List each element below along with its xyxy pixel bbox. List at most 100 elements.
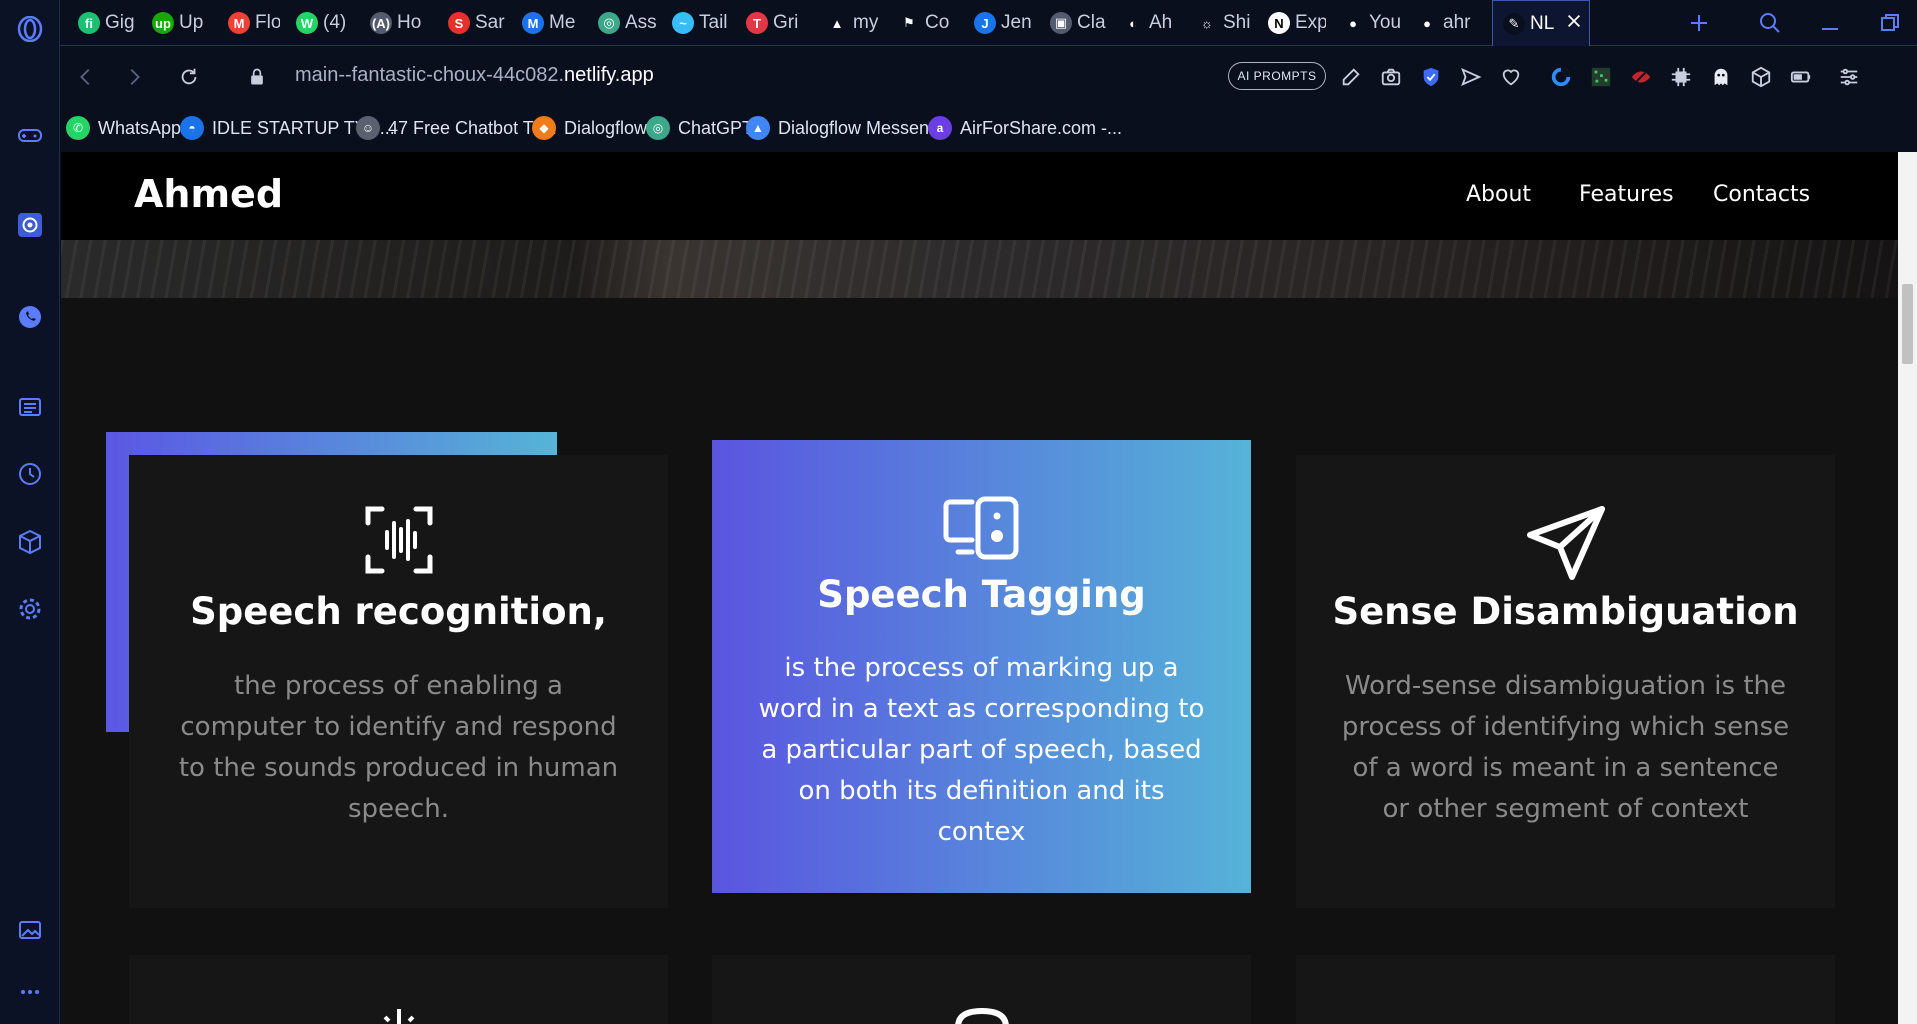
box-icon[interactable] — [1748, 64, 1774, 90]
bookmark-icon: ▲ — [746, 116, 770, 140]
tab-19[interactable]: ✎ NL — [1492, 0, 1590, 46]
camera-icon[interactable] — [1378, 64, 1404, 90]
heart-icon[interactable] — [1498, 64, 1524, 90]
hidden-eye-icon[interactable] — [1628, 64, 1654, 90]
nav-features[interactable]: Features — [1579, 182, 1674, 207]
history-icon[interactable] — [13, 457, 47, 491]
tab-10[interactable]: ▲ my — [816, 0, 882, 46]
send-arrow-icon[interactable] — [1458, 64, 1484, 90]
cube-icon[interactable] — [13, 525, 47, 559]
sun-icon: ☼ — [1196, 12, 1218, 34]
tab-label: Co — [925, 12, 950, 33]
ghost-icon[interactable] — [1708, 64, 1734, 90]
bookmark-5[interactable]: ▲ Dialogflow Messen... — [746, 114, 944, 142]
tab-5[interactable]: S Sar — [438, 0, 506, 46]
tab-label: Ass — [625, 12, 656, 33]
opera-logo-icon[interactable] — [13, 12, 47, 46]
refresh-ext-icon[interactable] — [1548, 64, 1574, 90]
bookmark-icon: a — [928, 116, 952, 140]
tab-7[interactable]: ◎ Ass — [588, 0, 656, 46]
tab-label: Gig — [105, 12, 135, 33]
tab-18[interactable]: ● ahr — [1406, 0, 1484, 46]
bookmark-4[interactable]: ◎ ChatGPT — [646, 114, 753, 142]
tab-2[interactable]: M Flo — [218, 0, 280, 46]
more-icon[interactable] — [13, 975, 47, 1009]
tab-label: Sar — [475, 12, 505, 33]
nav-contacts[interactable]: Contacts — [1713, 182, 1810, 207]
t-icon: T — [746, 12, 768, 34]
classroom-icon: ▣ — [1050, 12, 1072, 34]
scroll-thumb[interactable] — [1902, 284, 1913, 364]
url-field[interactable]: main--fantastic-choux-44c082.netlify.app — [295, 64, 654, 87]
easy-setup-icon[interactable] — [1836, 64, 1862, 90]
chatgpt-sidebar-icon[interactable] — [13, 208, 47, 242]
nav-about[interactable]: About — [1466, 182, 1531, 207]
tab-label: (4) — [323, 12, 347, 33]
tab-1[interactable]: up Up — [142, 0, 212, 46]
tab-strip: fi Gig up Up M Flo W (4) (A) Ho S Sar M Me ◎ Ass ~ Tail T G… — [60, 0, 1917, 46]
mail-icon: M — [522, 12, 544, 34]
tab-15[interactable]: ☼ Shi — [1186, 0, 1252, 46]
bookmark-2[interactable]: ☺ 47 Free Chatbot Te... — [356, 114, 557, 142]
battery-icon[interactable] — [1788, 64, 1814, 90]
voice-scan-icon — [129, 505, 668, 575]
whatsapp-sidebar-icon[interactable] — [13, 300, 47, 334]
tab-9[interactable]: T Gri — [736, 0, 808, 46]
tab-label: You — [1369, 12, 1400, 33]
ai-prompts-button[interactable]: AI PROMPTS — [1228, 62, 1326, 90]
send-icon — [1296, 505, 1835, 581]
tab-label: Cla — [1077, 12, 1106, 33]
bookmark-label: WhatsApp — [98, 117, 182, 138]
bookmark-label: Dialogflow Messen... — [778, 117, 945, 138]
bookmark-icon: ✆ — [66, 116, 90, 140]
address-bar: main--fantastic-choux-44c082.netlify.app… — [60, 46, 1917, 108]
react-icon: (A) — [370, 12, 392, 34]
matrix-ext-icon[interactable] — [1588, 64, 1614, 90]
chip-icon[interactable] — [1668, 64, 1694, 90]
tab-16[interactable]: N Exp — [1258, 0, 1326, 46]
new-tab-button[interactable] — [1684, 8, 1714, 38]
tab-13[interactable]: ▣ Cla — [1040, 0, 1106, 46]
back-button[interactable] — [70, 61, 102, 93]
feature-card-row2-1 — [129, 955, 668, 1024]
tab-8[interactable]: ~ Tail — [662, 0, 730, 46]
settings-gear-icon[interactable] — [13, 592, 47, 626]
bookmark-3[interactable]: ◆ Dialogflow — [532, 114, 647, 142]
edit-icon[interactable] — [1338, 64, 1364, 90]
tab-17[interactable]: ● You — [1332, 0, 1400, 46]
tab-3[interactable]: W (4) — [286, 0, 356, 46]
search-tabs-icon[interactable] — [1755, 8, 1785, 38]
bookmark-label: Dialogflow — [564, 117, 648, 138]
tab-4[interactable]: (A) Ho — [360, 0, 432, 46]
news-icon[interactable] — [13, 390, 47, 424]
card-title: Sense Disambiguation — [1332, 590, 1799, 633]
gamepad-icon[interactable] — [13, 118, 47, 152]
card-text: the process of enabling a computer to id… — [178, 671, 619, 824]
tab-14[interactable]: ◐ Ah — [1112, 0, 1180, 46]
tab-12[interactable]: J Jen — [964, 0, 1034, 46]
restore-button[interactable] — [1875, 8, 1905, 38]
bookmark-6[interactable]: a AirForShare.com -... — [928, 114, 1122, 142]
site-brand[interactable]: Ahmed — [134, 172, 283, 216]
feature-card-speech-tagging: Speech Tagging is the process of marking… — [712, 440, 1251, 893]
forward-button[interactable] — [118, 61, 150, 93]
tab-label: Up — [179, 12, 204, 33]
tab-label: ahr — [1443, 12, 1471, 33]
lock-icon[interactable] — [241, 61, 273, 93]
card-text: is the process of marking up a word in a… — [758, 653, 1205, 847]
tab-label: Shi — [1223, 12, 1251, 33]
close-tab-icon[interactable] — [1565, 12, 1583, 36]
minimize-button[interactable] — [1815, 8, 1845, 38]
site-header: Ahmed About Features Contacts — [61, 152, 1898, 240]
page-scrollbar[interactable] — [1898, 152, 1917, 1024]
scribd-icon: S — [448, 12, 470, 34]
shield-icon[interactable] — [1418, 64, 1444, 90]
gallery-icon[interactable] — [13, 913, 47, 947]
devices-icon — [712, 496, 1251, 560]
bookmark-0[interactable]: ✆ WhatsApp — [66, 114, 181, 142]
jenni-icon: J — [974, 12, 996, 34]
tab-6[interactable]: M Me — [512, 0, 582, 46]
tab-11[interactable]: ⚑ Co — [888, 0, 958, 46]
tab-0[interactable]: fi Gig — [68, 0, 136, 46]
reload-button[interactable] — [173, 61, 205, 93]
